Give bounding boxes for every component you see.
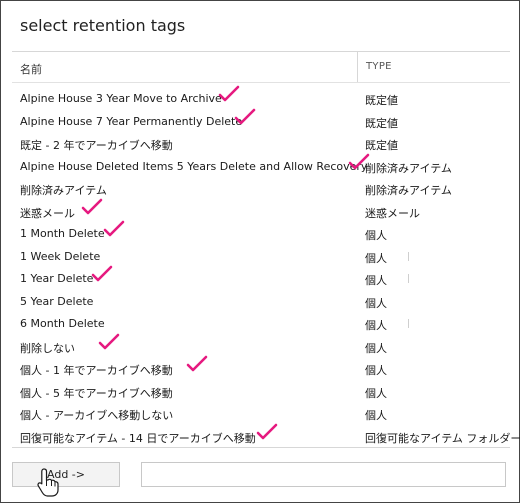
column-divider[interactable] [357,52,358,82]
tag-type-cell: 個人 [365,409,387,422]
checkmark-icon [103,220,125,238]
tag-name-cell: 1 Month Delete [20,227,105,240]
table-row[interactable]: 個人 - 5 年でアーカイブへ移動 個人 [12,380,510,403]
table-row[interactable]: 迷惑メール 迷惑メール [12,198,510,223]
checkmark-icon [98,333,120,351]
tag-name-cell: 1 Week Delete [20,249,101,263]
table-row[interactable]: 既定 - 2 年でアーカイブへ移動 既定値 [12,132,510,155]
column-header-name[interactable]: 名前 [20,61,42,77]
list-bottom-divider [12,447,510,448]
table-row[interactable]: Alpine House 7 Year Permanently Delete 既定… [12,108,510,133]
tag-name-cell: 既定 - 2 年でアーカイブへ移動 [20,139,173,152]
checkmark-icon [234,108,256,126]
add-button[interactable]: Add -> [12,462,120,487]
tag-name-cell: 迷惑メール [20,206,75,220]
tag-name-cell: 削除済みアイテム [20,184,107,197]
tag-type-cell: 回復可能なアイテム フォルダー [365,431,520,445]
table-row[interactable]: 削除しない 個人 [12,333,510,358]
checkmark-icon [91,265,113,283]
tag-name-cell: 回復可能なアイテム - 14 日でアーカイブへ移動 [20,431,256,445]
table-row[interactable]: Alpine House 3 Year Move to Archive 既定値 [12,85,510,110]
table-row[interactable]: 1 Month Delete 個人 [12,220,510,245]
tag-type-cell: 個人 [365,296,387,310]
tag-type-cell: 削除済みアイテム [365,161,452,175]
header-bottom-divider [12,82,510,83]
table-row[interactable]: 個人 - アーカイブへ移動しない 個人 [12,402,510,425]
table-row[interactable]: 個人 - 1 年でアーカイブへ移動 個人 [12,355,510,380]
tag-name-cell: 削除しない [20,341,75,355]
table-header: 名前 TYPE [12,52,510,82]
selected-tags-field[interactable] [141,462,506,487]
tag-name-cell: 個人 - 1 年でアーカイブへ移動 [20,364,173,377]
tag-type-cell: 個人 [365,251,387,265]
table-row[interactable]: 1 Year Delete 個人 [12,265,510,290]
table-row[interactable]: Alpine House Deleted Items 5 Years Delet… [12,153,510,178]
checkmark-icon [256,423,278,441]
table-row[interactable]: 5 Year Delete 個人 [12,290,510,313]
tag-type-cell: 既定値 [365,94,398,107]
checkmark-icon [81,198,103,216]
tag-name-cell: 5 Year Delete [20,294,94,308]
tag-name-cell: Alpine House 7 Year Permanently Delete [20,114,243,128]
checkmark-icon [218,85,240,103]
tag-name-cell: Alpine House Deleted Items 5 Years Delet… [20,159,368,173]
tag-type-cell: 個人 [365,364,387,377]
tag-type-cell: 迷惑メール [365,206,420,220]
dialog-title: select retention tags [20,16,186,35]
cell-separator [408,251,409,261]
table-row[interactable]: 削除済みアイテム 削除済みアイテム [12,177,510,200]
tag-type-cell: 個人 [365,341,387,355]
tag-name-cell: 1 Year Delete [20,272,94,285]
retention-tags-dialog: select retention tags 名前 TYPE Alpine Hou… [0,0,520,503]
cell-separator [408,274,409,283]
tag-name-cell: Alpine House 3 Year Move to Archive [20,92,222,105]
table-row[interactable]: 6 Month Delete 個人 [12,312,510,335]
tag-type-cell: 個人 [365,229,387,242]
tag-type-cell: 既定値 [365,116,398,130]
tag-type-cell: 個人 [365,386,387,400]
table-row[interactable]: 回復可能なアイテム - 14 日でアーカイブへ移動 回復可能なアイテム フォルダー [12,423,520,448]
tag-name-cell: 個人 - アーカイブへ移動しない [20,409,174,422]
tag-type-cell: 個人 [365,274,387,287]
tag-name-cell: 個人 - 5 年でアーカイブへ移動 [20,386,173,400]
column-header-type[interactable]: TYPE [366,61,392,72]
checkmark-icon [186,355,208,373]
tag-type-cell: 既定値 [365,139,398,152]
tag-type-cell: 個人 [365,319,387,332]
retention-tag-list: Alpine House 3 Year Move to Archive 既定値 Al… [12,85,520,448]
table-row[interactable]: 1 Week Delete 個人 [12,245,510,268]
tag-name-cell: 6 Month Delete [20,317,105,330]
tag-type-cell: 削除済みアイテム [365,184,452,197]
cell-separator [408,319,409,328]
